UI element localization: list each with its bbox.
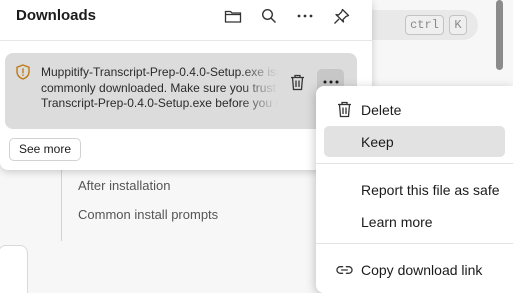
scrollbar-thumb[interactable] xyxy=(496,0,503,70)
menu-item-copy-link[interactable]: Copy download link xyxy=(324,254,505,285)
menu-item-keep[interactable]: Keep xyxy=(324,126,505,157)
text-fade xyxy=(241,61,285,121)
downloads-title: Downloads xyxy=(16,7,97,24)
shortcut-key-ctrl: ctrl xyxy=(405,15,444,35)
menu-label-delete: Delete xyxy=(361,102,402,118)
nav-item-after-installation[interactable]: After installation xyxy=(78,178,171,193)
pin-downloads-button[interactable] xyxy=(327,4,355,28)
menu-divider xyxy=(316,163,513,164)
delete-download-button[interactable] xyxy=(284,69,310,95)
menu-divider xyxy=(316,243,513,244)
nav-item-common-install-prompts[interactable]: Common install prompts xyxy=(78,207,218,222)
download-item[interactable]: Muppitify-Transcript-Prep-0.4.0-Setup.ex… xyxy=(5,53,357,129)
trash-icon xyxy=(336,101,353,118)
pin-icon xyxy=(333,8,349,24)
header-divider xyxy=(0,40,372,41)
more-options-button[interactable] xyxy=(291,4,319,28)
link-icon xyxy=(336,261,353,278)
more-icon xyxy=(297,14,313,18)
more-icon xyxy=(323,80,338,84)
nav-divider xyxy=(61,165,62,241)
menu-label-report-safe: Report this file as safe xyxy=(361,182,500,198)
menu-item-report-safe[interactable]: Report this file as safe xyxy=(324,174,505,205)
see-more-button[interactable]: See more xyxy=(9,138,81,161)
shortcut-key-k: K xyxy=(449,15,467,35)
warning-shield-icon xyxy=(16,64,30,80)
download-context-menu: Delete Keep Report this file as safe Lea… xyxy=(316,86,513,293)
background-card xyxy=(0,245,28,293)
menu-label-keep: Keep xyxy=(361,134,394,150)
trash-icon xyxy=(290,74,304,90)
folder-icon xyxy=(224,10,242,23)
menu-label-learn-more: Learn more xyxy=(361,214,433,230)
search-icon xyxy=(261,8,276,23)
search-downloads-button[interactable] xyxy=(255,4,283,28)
menu-item-delete[interactable]: Delete xyxy=(324,94,505,125)
menu-label-copy-link: Copy download link xyxy=(361,262,483,278)
open-downloads-folder-button[interactable] xyxy=(219,4,247,28)
menu-item-learn-more[interactable]: Learn more xyxy=(324,206,505,237)
